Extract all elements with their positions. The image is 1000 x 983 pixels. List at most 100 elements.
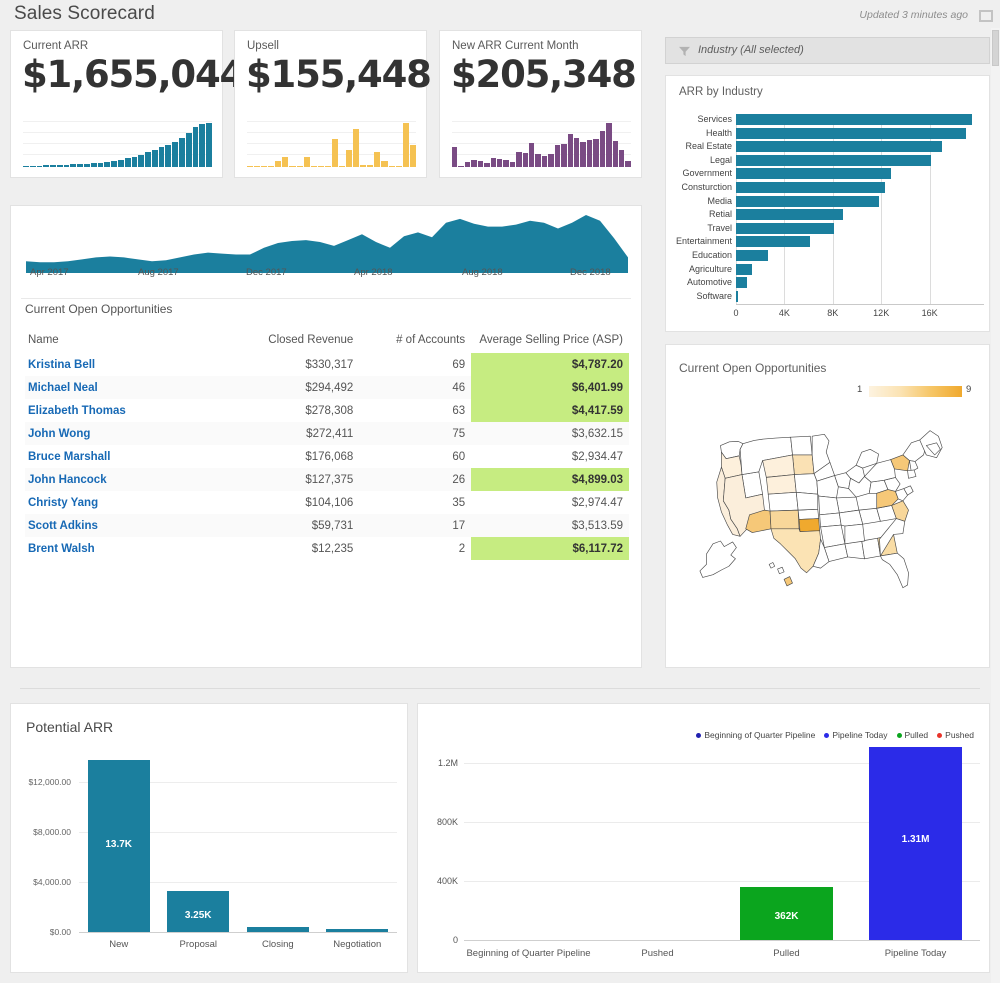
industry-row[interactable]: Real Estate (666, 141, 984, 153)
kpi-card-new-arr-current-month[interactable]: New ARR Current Month $205,348 (439, 30, 642, 178)
industry-bar[interactable] (736, 141, 942, 153)
cell-name[interactable]: Kristina Bell (25, 353, 215, 376)
industry-bar[interactable] (736, 263, 752, 275)
industry-bar[interactable] (736, 290, 738, 302)
cell-asp: $2,934.47 (571, 450, 623, 463)
page-scrollbar-track[interactable] (991, 28, 1000, 983)
cell-closed-revenue: $294,492 (214, 376, 360, 399)
industry-bar[interactable] (736, 154, 931, 166)
trend-tick-label: Dec 2017 (246, 267, 287, 278)
pipeline-waterfall-chart[interactable]: Beginning of Quarter Pipeline Pipeline To… (417, 703, 990, 973)
arr-by-industry-chart[interactable]: ARR by Industry Services Health Real Estat… (665, 75, 990, 332)
industry-bar[interactable] (736, 209, 843, 221)
page-scrollbar-thumb[interactable] (992, 30, 999, 66)
table-row[interactable]: John Hancock $127,375 26 $4,899.03 (25, 468, 629, 491)
industry-row[interactable]: Education (666, 250, 984, 261)
open-opportunities-map-card[interactable]: Current Open Opportunities 1 9 (665, 344, 990, 668)
y-tick-label: $12,000.00 (28, 776, 71, 787)
industry-bar[interactable] (736, 236, 810, 248)
table-row[interactable]: John Wong $272,411 75 $3,632.15 (25, 422, 629, 445)
cell-name[interactable]: Christy Yang (25, 491, 215, 514)
cell-name[interactable]: Brent Walsh (25, 537, 215, 560)
industry-row[interactable]: Entertainment (666, 236, 984, 248)
cell-closed-revenue: $272,411 (214, 422, 360, 445)
cell-accounts: 26 (359, 468, 472, 491)
cell-name[interactable]: John Wong (25, 422, 215, 445)
table-row[interactable]: Christy Yang $104,106 35 $2,974.47 (25, 491, 629, 514)
industry-row[interactable]: Travel (666, 222, 984, 234)
industry-row[interactable]: Legal (666, 154, 984, 166)
cell-accounts: 63 (452, 404, 466, 417)
industry-bar[interactable] (736, 250, 768, 261)
table-row[interactable]: Scott Adkins $59,731 17 $3,513.59 (25, 514, 629, 537)
kpi-value: $155,448 (246, 53, 432, 96)
x-tick-label: 4K (778, 308, 790, 319)
cell-closed-revenue: $278,308 (305, 404, 354, 417)
industry-bar[interactable] (736, 127, 966, 139)
kpi-card-current-arr[interactable]: Current ARR $1,655,044 (10, 30, 245, 178)
industry-bar[interactable] (736, 168, 891, 180)
column-header-asp[interactable]: Average Selling Price (ASP) (471, 330, 629, 353)
collapse-icon[interactable] (978, 9, 994, 23)
industry-label: Entertainment (675, 236, 732, 247)
table-row[interactable]: Elizabeth Thomas $278,308 63 $4,417.59 (25, 399, 629, 422)
cell-name[interactable]: John Hancock (25, 468, 215, 491)
kpi-sparkline (452, 121, 631, 167)
section-divider (20, 688, 980, 689)
cell-name[interactable]: Michael Neal (25, 376, 215, 399)
industry-row[interactable]: Health (666, 127, 984, 139)
industry-bar[interactable] (736, 182, 885, 193)
opportunities-panel: Apr 2017 Aug 2017 Dec 2017 Apr 2018 Aug 2018… (10, 205, 642, 668)
potential-arr-plot: $0.00 $4,000.00 $8,000.00 $12,000.00 13.7K Ne… (11, 744, 409, 969)
column-header-name[interactable]: Name (25, 330, 215, 353)
industry-bar[interactable] (736, 114, 972, 125)
kpi-card-upsell[interactable]: Upsell $155,448 (234, 30, 432, 178)
cell-closed-revenue: $330,317 (305, 358, 354, 371)
column-header-closed-revenue[interactable]: Closed Revenue (215, 330, 360, 353)
industry-label: Agriculture (688, 263, 732, 274)
y-tick-label: $4,000.00 (33, 876, 71, 887)
x-tick-label: 16K (921, 308, 938, 319)
industry-bar[interactable] (736, 195, 879, 207)
y-tick-label: 0 (452, 935, 458, 945)
x-tick-label: 8K (827, 308, 839, 319)
industry-label: Consturction (681, 182, 732, 192)
industry-row[interactable]: Media (666, 195, 984, 207)
us-choropleth-map[interactable] (684, 417, 974, 607)
opportunities-table: Name Closed Revenue # of Accounts Averag… (25, 330, 629, 560)
bar-closing[interactable] (246, 926, 309, 932)
x-tick-label: Pulled (773, 948, 800, 959)
industry-row[interactable]: Retial (666, 209, 984, 221)
industry-bar[interactable] (736, 222, 834, 234)
industry-label: Services (697, 114, 732, 124)
page-title: Sales Scorecard (14, 3, 155, 24)
potential-arr-chart[interactable]: Potential ARR $0.00 $4,000.00 $8,000.00 $12… (10, 703, 408, 973)
industry-bar[interactable] (736, 277, 747, 289)
industry-row[interactable]: Services (666, 114, 984, 125)
y-tick-label: $8,000.00 (33, 826, 71, 837)
industry-row[interactable]: Automotive (666, 277, 984, 289)
x-tick-label: Beginning of Quarter Pipeline (466, 948, 591, 959)
map-legend-gradient (869, 386, 962, 397)
cell-accounts: 17 (359, 514, 472, 537)
industry-row[interactable]: Consturction (666, 182, 984, 193)
industry-row[interactable]: Software (666, 290, 984, 302)
trend-tick-label: Aug 2018 (462, 267, 503, 278)
table-row[interactable]: Bruce Marshall $176,068 60 $2,934.47 (25, 445, 629, 468)
last-updated-label: Updated 3 minutes ago (859, 9, 968, 21)
cell-name[interactable]: Elizabeth Thomas (25, 399, 215, 422)
cell-accounts: 2 (458, 542, 466, 555)
cell-asp: $3,632.15 (471, 422, 629, 445)
bar-negotiation[interactable] (326, 929, 389, 932)
arr-trend-area-chart[interactable]: Apr 2017 Aug 2017 Dec 2017 Apr 2018 Aug 2018… (12, 207, 642, 294)
industry-row[interactable]: Agriculture (666, 263, 984, 275)
industry-row[interactable]: Government (666, 168, 984, 180)
cell-name[interactable]: Bruce Marshall (25, 445, 215, 468)
industry-filter[interactable]: Industry (All selected) (665, 37, 990, 64)
table-row[interactable]: Brent Walsh $12,235 2 $6,117.72 (25, 537, 629, 560)
cell-name[interactable]: Scott Adkins (25, 514, 215, 537)
table-row[interactable]: Kristina Bell $330,317 69 $4,787.20 (25, 353, 629, 376)
table-row[interactable]: Michael Neal $294,492 46 $6,401.99 (25, 376, 629, 399)
column-header-accounts[interactable]: # of Accounts (359, 330, 471, 353)
cell-accounts: 75 (359, 422, 472, 445)
